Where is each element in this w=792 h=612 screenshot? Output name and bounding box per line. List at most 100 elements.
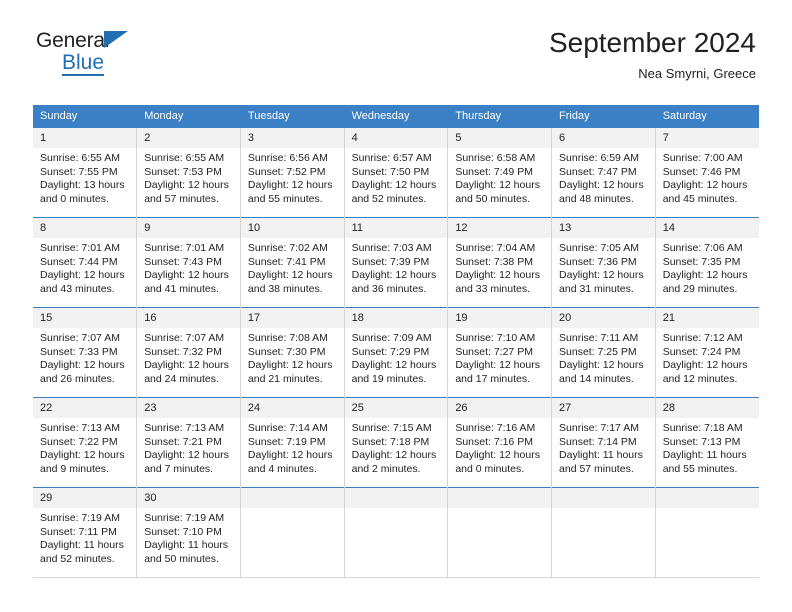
sunset-text: Sunset: 7:16 PM	[455, 435, 533, 448]
sunset-text: Sunset: 7:53 PM	[144, 165, 222, 178]
daylight-text-line1: Daylight: 12 hours	[247, 449, 333, 461]
sunrise-text: Sunrise: 7:02 AM	[247, 242, 328, 254]
daylight-text-line2: and 48 minutes.	[559, 192, 634, 205]
day-number: 25	[344, 398, 448, 418]
day-number: 19	[448, 308, 552, 328]
day-cell[interactable]: 16 Sunrise: 7:07 AM Sunset: 7:32 PM Dayl…	[136, 307, 241, 398]
day-info: Sunrise: 6:55 AM Sunset: 7:55 PM Dayligh…	[33, 148, 136, 206]
day-cell[interactable]: 22 Sunrise: 7:13 AM Sunset: 7:22 PM Dayl…	[33, 397, 138, 488]
day-cell[interactable]: 14 Sunrise: 7:06 AM Sunset: 7:35 PM Dayl…	[655, 217, 759, 308]
weekday-header-thursday: Thursday	[447, 105, 553, 128]
day-number: 26	[448, 398, 552, 418]
sunrise-text: Sunrise: 7:06 AM	[662, 242, 743, 254]
day-info: Sunrise: 7:09 AM Sunset: 7:29 PM Dayligh…	[345, 328, 448, 386]
day-cell[interactable]: 21 Sunrise: 7:12 AM Sunset: 7:24 PM Dayl…	[655, 307, 759, 398]
day-cell[interactable]: 28 Sunrise: 7:18 AM Sunset: 7:13 PM Dayl…	[655, 397, 759, 488]
day-cell[interactable]: 15 Sunrise: 7:07 AM Sunset: 7:33 PM Dayl…	[33, 307, 138, 398]
day-cell[interactable]: 3 Sunrise: 6:56 AM Sunset: 7:52 PM Dayli…	[240, 127, 345, 218]
daylight-text-line2: and 43 minutes.	[40, 282, 115, 295]
daylight-text-line1: Daylight: 12 hours	[455, 359, 540, 371]
day-info: Sunrise: 7:08 AM Sunset: 7:30 PM Dayligh…	[241, 328, 344, 386]
day-info: Sunrise: 6:57 AM Sunset: 7:50 PM Dayligh…	[345, 148, 448, 206]
sunrise-text: Sunrise: 7:00 AM	[662, 152, 743, 164]
sunset-text: Sunset: 7:32 PM	[144, 345, 222, 358]
sunrise-text: Sunrise: 7:17 AM	[559, 422, 639, 434]
day-info: Sunrise: 6:56 AM Sunset: 7:52 PM Dayligh…	[241, 148, 344, 206]
daylight-text-line2: and 38 minutes.	[247, 282, 323, 295]
triangle-icon	[104, 31, 128, 48]
day-number: 14	[655, 218, 759, 238]
sunset-text: Sunset: 7:36 PM	[559, 255, 637, 268]
daylight-text-line1: Daylight: 12 hours	[40, 359, 125, 371]
daylight-text-line2: and 4 minutes.	[247, 462, 317, 475]
day-number: 4	[344, 128, 448, 148]
day-cell[interactable]: 29 Sunrise: 7:19 AM Sunset: 7:11 PM Dayl…	[33, 487, 138, 578]
calendar-grid-wrapper: Sunday Monday Tuesday Wednesday Thursday…	[33, 105, 759, 578]
daylight-text-line2: and 9 minutes.	[40, 462, 109, 475]
calendar-body: 1 Sunrise: 6:55 AM Sunset: 7:55 PM Dayli…	[33, 127, 759, 578]
day-cell[interactable]: 23 Sunrise: 7:13 AM Sunset: 7:21 PM Dayl…	[136, 397, 241, 488]
day-cell[interactable]: 17 Sunrise: 7:08 AM Sunset: 7:30 PM Dayl…	[240, 307, 345, 398]
day-cell[interactable]: 18 Sunrise: 7:09 AM Sunset: 7:29 PM Dayl…	[344, 307, 449, 398]
day-number	[344, 488, 448, 508]
day-number: 7	[655, 128, 759, 148]
daylight-text-line2: and 45 minutes.	[662, 192, 738, 205]
sunset-text: Sunset: 7:49 PM	[455, 165, 533, 178]
week-row: 8 Sunrise: 7:01 AM Sunset: 7:44 PM Dayli…	[33, 217, 759, 308]
day-cell[interactable]: 11 Sunrise: 7:03 AM Sunset: 7:39 PM Dayl…	[344, 217, 449, 308]
day-cell[interactable]: 1 Sunrise: 6:55 AM Sunset: 7:55 PM Dayli…	[33, 127, 138, 218]
day-number: 2	[137, 128, 240, 148]
sunset-text: Sunset: 7:24 PM	[662, 345, 741, 358]
sunset-text: Sunset: 7:30 PM	[247, 345, 326, 358]
day-cell[interactable]: 10 Sunrise: 7:02 AM Sunset: 7:41 PM Dayl…	[240, 217, 345, 308]
daylight-text-line1: Daylight: 13 hours	[40, 179, 125, 191]
daylight-text-line2: and 19 minutes.	[351, 372, 427, 385]
day-cell[interactable]: 13 Sunrise: 7:05 AM Sunset: 7:36 PM Dayl…	[551, 217, 656, 308]
sunset-text: Sunset: 7:10 PM	[144, 525, 222, 538]
day-cell[interactable]: 20 Sunrise: 7:11 AM Sunset: 7:25 PM Dayl…	[551, 307, 656, 398]
day-cell-empty	[447, 487, 553, 578]
day-info: Sunrise: 7:06 AM Sunset: 7:35 PM Dayligh…	[656, 238, 759, 296]
day-cell[interactable]: 9 Sunrise: 7:01 AM Sunset: 7:43 PM Dayli…	[136, 217, 241, 308]
day-cell[interactable]: 8 Sunrise: 7:01 AM Sunset: 7:44 PM Dayli…	[33, 217, 138, 308]
day-cell[interactable]: 4 Sunrise: 6:57 AM Sunset: 7:50 PM Dayli…	[344, 127, 449, 218]
daylight-text-line1: Daylight: 12 hours	[662, 269, 748, 281]
daylight-text-line2: and 0 minutes.	[40, 192, 109, 205]
day-cell[interactable]: 6 Sunrise: 6:59 AM Sunset: 7:47 PM Dayli…	[551, 127, 656, 218]
day-cell[interactable]: 2 Sunrise: 6:55 AM Sunset: 7:53 PM Dayli…	[136, 127, 241, 218]
daylight-text-line2: and 55 minutes.	[247, 192, 323, 205]
day-cell[interactable]: 19 Sunrise: 7:10 AM Sunset: 7:27 PM Dayl…	[447, 307, 553, 398]
daylight-text-line2: and 52 minutes.	[351, 192, 427, 205]
day-number: 9	[137, 218, 240, 238]
day-cell[interactable]: 25 Sunrise: 7:15 AM Sunset: 7:18 PM Dayl…	[344, 397, 449, 488]
day-cell[interactable]: 5 Sunrise: 6:58 AM Sunset: 7:49 PM Dayli…	[447, 127, 553, 218]
sunrise-text: Sunrise: 7:13 AM	[144, 422, 225, 434]
daylight-text-line1: Daylight: 11 hours	[662, 449, 747, 461]
sunrise-text: Sunrise: 7:05 AM	[559, 242, 639, 254]
day-cell[interactable]: 24 Sunrise: 7:14 AM Sunset: 7:19 PM Dayl…	[240, 397, 345, 488]
day-cell-empty	[551, 487, 656, 578]
sunrise-text: Sunrise: 7:11 AM	[559, 332, 639, 344]
daylight-text-line2: and 50 minutes.	[455, 192, 531, 205]
day-info: Sunrise: 7:19 AM Sunset: 7:11 PM Dayligh…	[33, 508, 136, 566]
daylight-text-line2: and 31 minutes.	[559, 282, 634, 295]
sunrise-text: Sunrise: 7:19 AM	[40, 512, 120, 524]
daylight-text-line2: and 7 minutes.	[144, 462, 214, 475]
day-cell[interactable]: 26 Sunrise: 7:16 AM Sunset: 7:16 PM Dayl…	[447, 397, 553, 488]
sunrise-text: Sunrise: 6:59 AM	[559, 152, 639, 164]
day-info: Sunrise: 7:13 AM Sunset: 7:22 PM Dayligh…	[33, 418, 136, 476]
day-info: Sunrise: 7:02 AM Sunset: 7:41 PM Dayligh…	[241, 238, 344, 296]
day-cell[interactable]: 12 Sunrise: 7:04 AM Sunset: 7:38 PM Dayl…	[447, 217, 553, 308]
daylight-text-line2: and 57 minutes.	[144, 192, 219, 205]
sunset-text: Sunset: 7:18 PM	[351, 435, 430, 448]
day-cell[interactable]: 30 Sunrise: 7:19 AM Sunset: 7:10 PM Dayl…	[136, 487, 241, 578]
sunrise-text: Sunrise: 7:10 AM	[455, 332, 536, 344]
calendar-page: General Blue September 2024 Nea Smyrni, …	[0, 0, 792, 612]
sunrise-text: Sunrise: 7:07 AM	[144, 332, 225, 344]
daylight-text-line2: and 52 minutes.	[40, 552, 115, 565]
daylight-text-line2: and 36 minutes.	[351, 282, 427, 295]
daylight-text-line1: Daylight: 12 hours	[455, 269, 540, 281]
day-cell[interactable]: 27 Sunrise: 7:17 AM Sunset: 7:14 PM Dayl…	[551, 397, 656, 488]
day-number: 8	[33, 218, 137, 238]
day-cell[interactable]: 7 Sunrise: 7:00 AM Sunset: 7:46 PM Dayli…	[655, 127, 759, 218]
